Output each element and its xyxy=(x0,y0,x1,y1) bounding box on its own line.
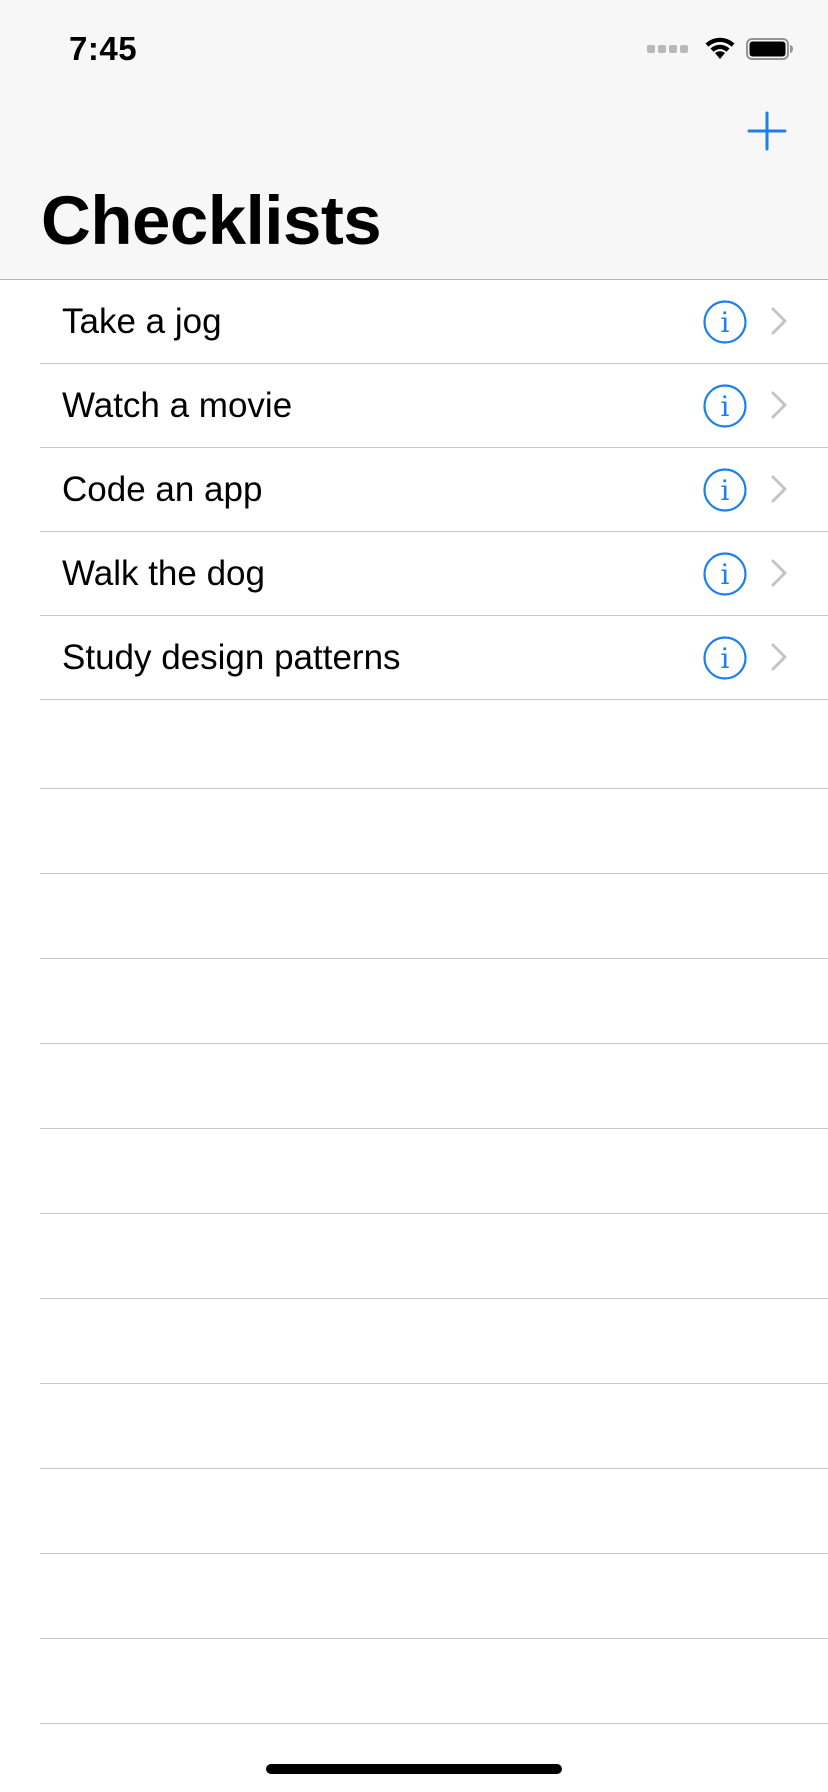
chevron-right-icon xyxy=(771,307,787,335)
page-title: Checklists xyxy=(41,182,382,259)
list-item-label: Watch a movie xyxy=(62,386,293,425)
empty-row xyxy=(0,874,828,959)
plus-icon xyxy=(747,111,787,151)
home-indicator[interactable] xyxy=(266,1764,562,1774)
battery-icon xyxy=(746,38,793,60)
empty-row xyxy=(0,959,828,1044)
chevron-right-icon xyxy=(771,643,787,671)
status-time: 7:45 xyxy=(69,30,138,67)
svg-text:i: i xyxy=(721,474,730,507)
add-checklist-button[interactable] xyxy=(746,110,788,152)
info-icon[interactable]: i xyxy=(703,384,747,428)
list-item-label: Study design patterns xyxy=(62,638,401,677)
status-icons xyxy=(647,34,794,64)
list-item[interactable]: Study design patterns i xyxy=(0,616,828,700)
chevron-right-icon xyxy=(771,391,787,419)
chevron-right-icon xyxy=(771,475,787,503)
checklist-list: Take a jog i Watch a movie i Code an app xyxy=(0,280,828,700)
wifi-icon xyxy=(705,37,735,59)
empty-row xyxy=(0,1214,828,1299)
empty-row xyxy=(0,1129,828,1214)
empty-row xyxy=(0,1639,828,1724)
svg-text:i: i xyxy=(721,642,730,675)
list-item[interactable]: Code an app i xyxy=(0,448,828,532)
empty-row xyxy=(0,1384,828,1469)
empty-row xyxy=(0,704,828,789)
signal-dots-icon xyxy=(647,45,688,53)
info-icon[interactable]: i xyxy=(703,468,747,512)
empty-row xyxy=(0,1469,828,1554)
empty-row xyxy=(0,1299,828,1384)
empty-row xyxy=(0,1044,828,1129)
app-screen: 7:45 Checklists Take a jog i Watch a mov… xyxy=(0,0,828,1792)
svg-text:i: i xyxy=(721,306,730,339)
svg-text:i: i xyxy=(721,390,730,423)
list-item[interactable]: Take a jog i xyxy=(0,280,828,364)
empty-row xyxy=(0,789,828,874)
list-item-label: Code an app xyxy=(62,470,263,509)
svg-text:i: i xyxy=(721,558,730,591)
list-item[interactable]: Watch a movie i xyxy=(0,364,828,448)
empty-row xyxy=(0,1554,828,1639)
list-item-label: Walk the dog xyxy=(62,554,265,593)
list-item[interactable]: Walk the dog i xyxy=(0,532,828,616)
info-icon[interactable]: i xyxy=(703,636,747,680)
row-separator xyxy=(40,699,828,700)
chevron-right-icon xyxy=(771,559,787,587)
navigation-bar: 7:45 Checklists xyxy=(0,0,828,280)
info-icon[interactable]: i xyxy=(703,552,747,596)
row-separator xyxy=(40,1723,828,1724)
list-item-label: Take a jog xyxy=(62,302,222,341)
info-icon[interactable]: i xyxy=(703,300,747,344)
empty-table-rows xyxy=(0,704,828,1724)
